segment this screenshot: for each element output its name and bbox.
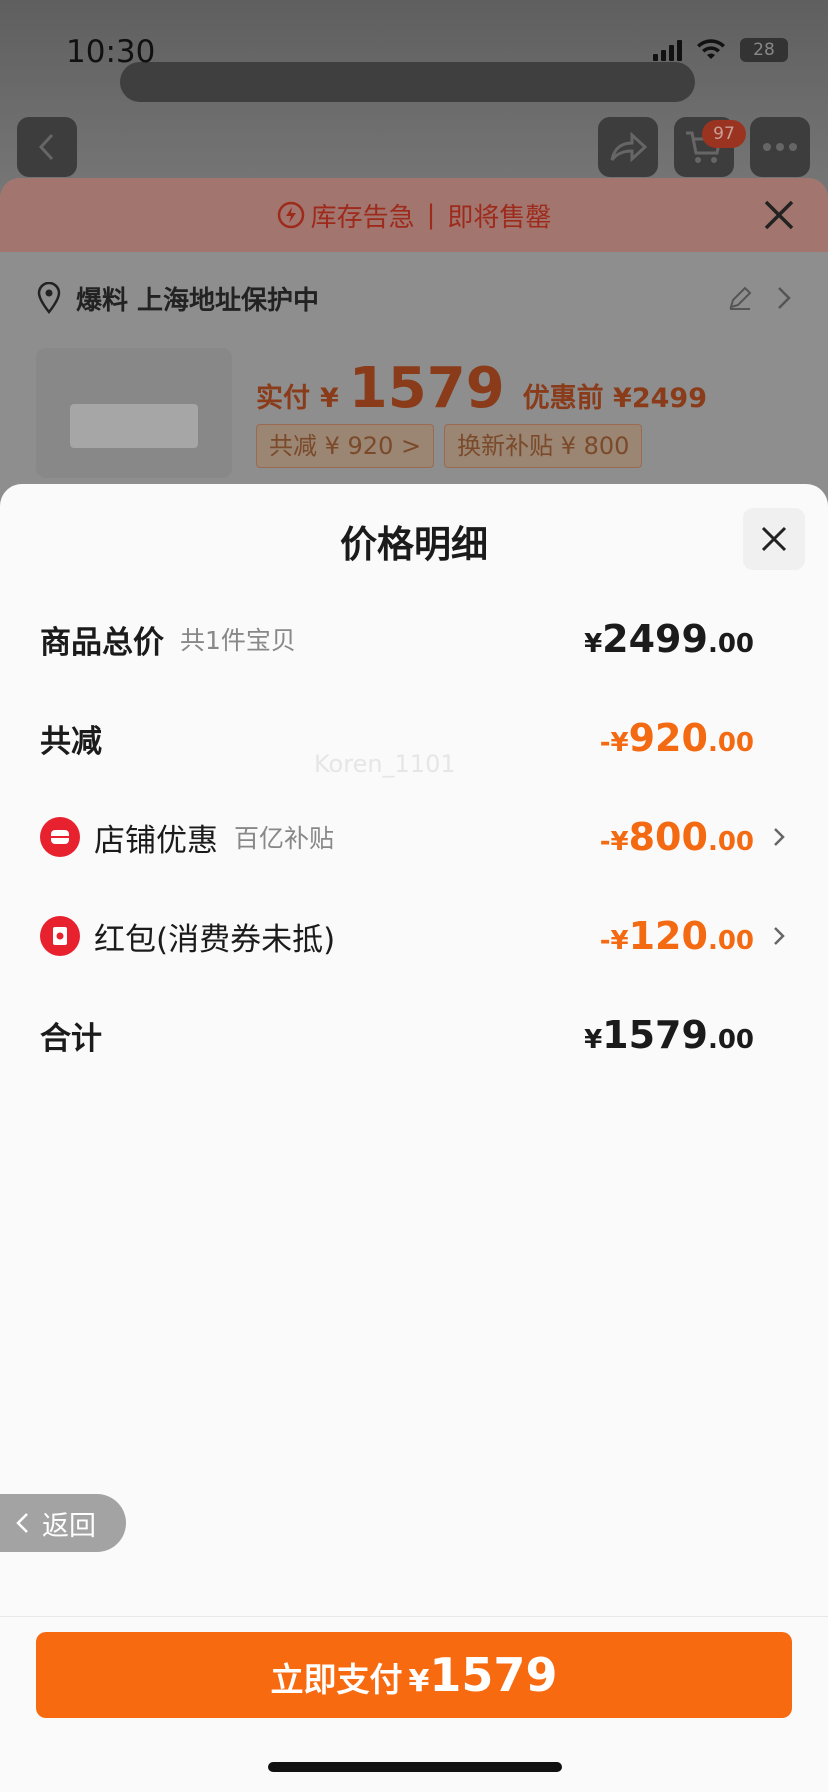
trade-in-subsidy-chip[interactable]: 换新补贴 ¥ 800: [444, 424, 643, 468]
chevron-right-icon: [778, 287, 791, 309]
goods-total-amount: ¥ 2499 .00: [584, 617, 754, 661]
share-icon: [610, 131, 648, 163]
total-discount-amount: -¥ 920 .00: [600, 716, 754, 760]
return-label: 返回: [42, 1510, 96, 1542]
amount-integer: 120: [628, 914, 708, 958]
battery-icon: 28: [740, 38, 788, 62]
edit-icon[interactable]: [726, 284, 754, 312]
red-packet-amount: -¥ 120 .00: [600, 914, 754, 958]
more-button[interactable]: [750, 117, 810, 177]
pay-amount: 1579: [429, 1648, 558, 1702]
sku-panel: 库存告急 | 即将售罄 爆料 上海地址保护中 实付 ¥ 1579 优惠前 ¥24…: [0, 178, 828, 520]
store-discount-icon: [40, 817, 80, 857]
stock-alert-banner: 库存告急 | 即将售罄: [0, 178, 828, 252]
status-icons: 28: [653, 38, 788, 62]
goods-total-row: 商品总价 共1件宝贝 ¥ 2499 .00: [40, 614, 786, 664]
cellular-signal-icon: [653, 39, 682, 61]
pay-currency: ¥: [408, 1664, 430, 1699]
status-time: 10:30: [66, 34, 156, 70]
close-icon: [761, 526, 787, 552]
address-row[interactable]: 爆料 上海地址保护中: [36, 278, 792, 318]
before-discount-price: 优惠前 ¥2499: [522, 383, 707, 414]
currency-sign: -¥: [599, 827, 629, 857]
amount-integer: 920: [628, 716, 708, 760]
amount-decimal: .00: [707, 629, 754, 659]
close-icon[interactable]: [760, 196, 798, 234]
price-summary: 实付 ¥ 1579 优惠前 ¥2499: [256, 356, 707, 421]
pay-now-label: 立即支付: [270, 1660, 403, 1699]
amount-decimal: .00: [707, 827, 754, 857]
footer-divider: [0, 1616, 828, 1617]
item-count-text: 共1件宝贝: [180, 626, 296, 655]
amount-decimal: .00: [707, 926, 754, 956]
subsidy-tag: 百亿补贴: [234, 824, 335, 853]
paid-label: 实付: [256, 383, 310, 414]
amount-integer: 800: [628, 815, 708, 859]
stock-alert-text: 库存告急: [310, 202, 415, 233]
share-button[interactable]: [598, 117, 658, 177]
product-thumbnail-unit: [70, 404, 198, 448]
chevron-right-icon: [760, 826, 786, 848]
currency-sign: -¥: [599, 926, 629, 956]
chevron-right-icon: [760, 925, 786, 947]
red-packet-row[interactable]: 红包(消费券未抵) -¥ 120 .00: [40, 911, 786, 961]
home-indicator: [268, 1762, 562, 1772]
amount-integer: 1579: [602, 1013, 708, 1057]
currency-sign: ¥: [584, 1025, 603, 1055]
wifi-icon: [697, 39, 725, 59]
grand-total-amount: ¥ 1579 .00: [584, 1013, 754, 1057]
address-text: 爆料 上海地址保护中: [76, 285, 320, 316]
chevron-left-icon: [16, 1513, 28, 1533]
sellout-alert-text: 即将售罄: [447, 202, 552, 233]
total-discount-row: 共减 -¥ 920 .00: [40, 713, 786, 763]
red-packet-icon: [40, 916, 80, 956]
sheet-close-button[interactable]: [743, 508, 805, 570]
paid-currency: ¥: [320, 383, 339, 414]
grand-total-row: 合计 ¥ 1579 .00: [40, 1010, 786, 1060]
chevron-left-icon: [38, 133, 54, 161]
goods-total-label: 商品总价: [40, 624, 164, 661]
lightning-icon: [277, 201, 304, 229]
return-button[interactable]: 返回: [0, 1494, 126, 1552]
currency-sign: ¥: [584, 629, 603, 659]
currency-sign: -¥: [599, 728, 629, 758]
back-button[interactable]: [17, 117, 77, 177]
red-packet-label: 红包(消费券未抵): [94, 921, 336, 958]
status-bar: 10:30 28: [0, 0, 828, 100]
product-thumbnail[interactable]: [36, 348, 232, 478]
grand-total-label: 合计: [40, 1020, 102, 1057]
background-product-page: 10:30 28 97 库存告急 | 即将售罄 爆料 上海地址保护中 实付 ¥ …: [0, 0, 828, 520]
cart-count-badge: 97: [702, 120, 746, 148]
divider-bar: |: [426, 200, 436, 230]
total-discount-label: 共减: [40, 723, 102, 760]
discount-chips: 共减 ¥ 920 > 换新补贴 ¥ 800: [256, 424, 643, 468]
amount-decimal: .00: [707, 728, 754, 758]
amount-decimal: .00: [707, 1025, 754, 1055]
store-discount-row[interactable]: 店铺优惠 百亿补贴 -¥ 800 .00: [40, 812, 786, 862]
more-icon: [763, 143, 797, 151]
pay-now-button[interactable]: 立即支付 ¥ 1579: [36, 1632, 792, 1718]
amount-integer: 2499: [602, 617, 708, 661]
paid-amount: 1579: [348, 356, 505, 421]
price-detail-sheet: 价格明细 Koren_1101 商品总价 共1件宝贝 ¥ 2499 .00 共减…: [0, 484, 828, 1792]
location-pin-icon: [37, 282, 61, 314]
store-discount-amount: -¥ 800 .00: [600, 815, 754, 859]
store-discount-label: 店铺优惠: [94, 822, 218, 859]
sheet-title: 价格明细: [340, 523, 488, 566]
total-discount-chip[interactable]: 共减 ¥ 920 >: [256, 424, 435, 468]
